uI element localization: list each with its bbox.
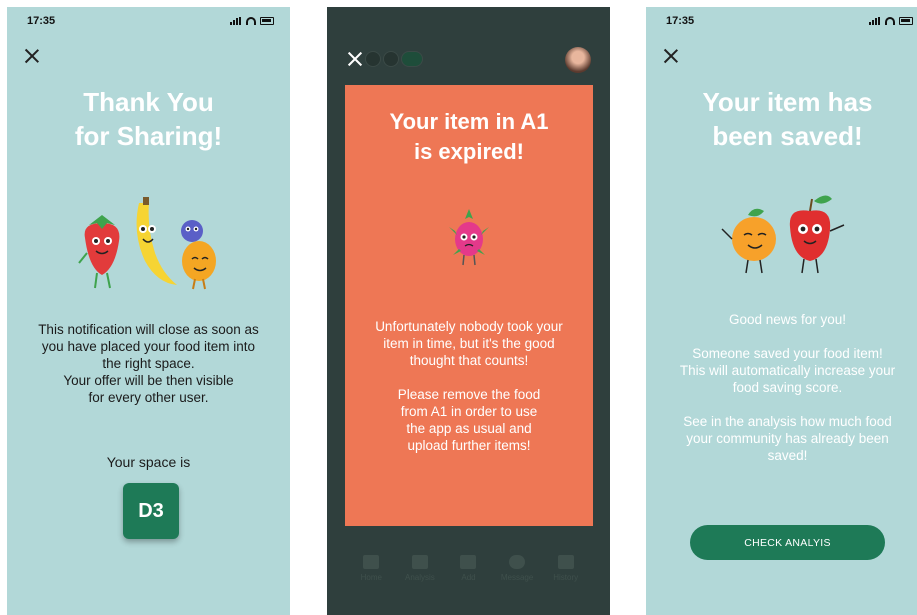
system-icons	[230, 17, 274, 25]
close-icon[interactable]	[345, 49, 365, 69]
close-icon[interactable]	[660, 45, 682, 67]
tab-history[interactable]: History	[546, 549, 586, 599]
check-analysis-button[interactable]: CHECK ANALYIS	[690, 525, 885, 560]
battery-icon	[260, 17, 274, 25]
thank-you-message: This notification will close as soon as …	[38, 322, 259, 405]
avatar[interactable]	[565, 47, 591, 73]
screen-expired: Your item in A1 is expired! Unfortunatel…	[327, 7, 610, 615]
signal-icon	[230, 17, 242, 25]
dragonfruit-illustration	[449, 209, 489, 266]
screen-item-saved: 17:35 Your item has been saved! Good new…	[646, 7, 917, 615]
expired-title: Your item in A1 is expired!	[389, 109, 549, 164]
tab-add[interactable]: Add	[448, 549, 488, 599]
space-code-badge: D3	[123, 483, 179, 539]
battery-icon	[899, 17, 913, 25]
tab-home[interactable]: Home	[351, 549, 391, 599]
wifi-icon	[885, 17, 895, 25]
home-icon	[363, 555, 380, 569]
tab-message[interactable]: Message	[497, 549, 537, 599]
top-bar	[345, 47, 591, 77]
wifi-icon	[246, 17, 256, 25]
tab-analysis[interactable]: Analysis	[400, 549, 440, 599]
expired-modal: Your item in A1 is expired! Unfortunatel…	[345, 85, 593, 526]
signal-icon	[869, 17, 881, 25]
status-bar: 17:35	[7, 7, 290, 33]
thank-you-title: Thank You for Sharing!	[74, 87, 223, 151]
close-icon[interactable]	[21, 45, 43, 67]
space-label: Your space is	[106, 454, 191, 470]
saved-message: Good news for you! Someone saved your fo…	[679, 312, 896, 463]
expired-message: Unfortunately nobody took your item in t…	[375, 319, 563, 453]
saved-title: Your item has been saved!	[702, 87, 873, 151]
status-time: 17:35	[27, 15, 56, 27]
bottom-tab-bar: Home Analysis Add Message History	[327, 549, 610, 599]
chat-icon	[509, 555, 526, 569]
status-time: 17:35	[666, 15, 695, 27]
plus-icon	[460, 555, 477, 569]
chart-icon	[411, 555, 428, 569]
status-bar: 17:35	[646, 7, 917, 33]
system-icons	[869, 17, 913, 25]
history-icon	[557, 555, 574, 569]
toggle-indicator	[365, 51, 423, 67]
screen-thank-you: 17:35 Thank You for Sharing! This notifi…	[7, 7, 290, 615]
fruit-characters-illustration	[78, 197, 216, 290]
orange-apple-illustration	[721, 195, 845, 274]
